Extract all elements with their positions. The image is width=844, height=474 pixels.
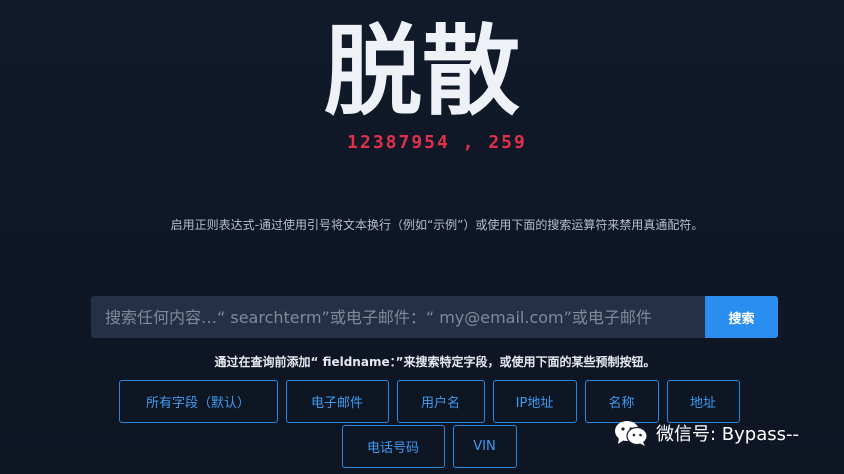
watermark-text: 微信号: Bypass-- bbox=[656, 424, 799, 445]
filter-all-fields-button[interactable]: 所有字段（默认） bbox=[118, 380, 278, 423]
filter-ip-address-button[interactable]: IP地址 bbox=[492, 380, 577, 423]
filter-phone-button[interactable]: 电话号码 bbox=[341, 425, 445, 468]
wechat-icon bbox=[615, 421, 648, 446]
search-button[interactable]: 搜索 bbox=[705, 296, 778, 338]
filter-vin-button[interactable]: VIN bbox=[452, 425, 517, 468]
search-description: 启用正则表达式-通过使用引号将文本换行（例如“示例”）或使用下面的搜索运算符来禁… bbox=[170, 218, 704, 232]
filter-email-button[interactable]: 电子邮件 bbox=[285, 380, 389, 423]
search-hint: 通过在查询前添加“ fieldname：”来搜索特定字段，或使用下面的某些预制按… bbox=[214, 355, 656, 369]
record-count: 12387954 , 259 bbox=[347, 132, 527, 153]
filter-name-button[interactable]: 名称 bbox=[584, 380, 659, 423]
filter-username-button[interactable]: 用户名 bbox=[396, 380, 485, 423]
wechat-watermark: 微信号: Bypass-- bbox=[614, 420, 799, 446]
site-logo-title: 脱散 bbox=[323, 15, 520, 129]
search-input[interactable] bbox=[91, 296, 705, 338]
filter-button-row-1: 所有字段（默认） 电子邮件 用户名 IP地址 名称 地址 bbox=[7, 380, 844, 423]
search-bar: 搜索 bbox=[91, 296, 778, 338]
filter-address-button[interactable]: 地址 bbox=[666, 380, 740, 423]
